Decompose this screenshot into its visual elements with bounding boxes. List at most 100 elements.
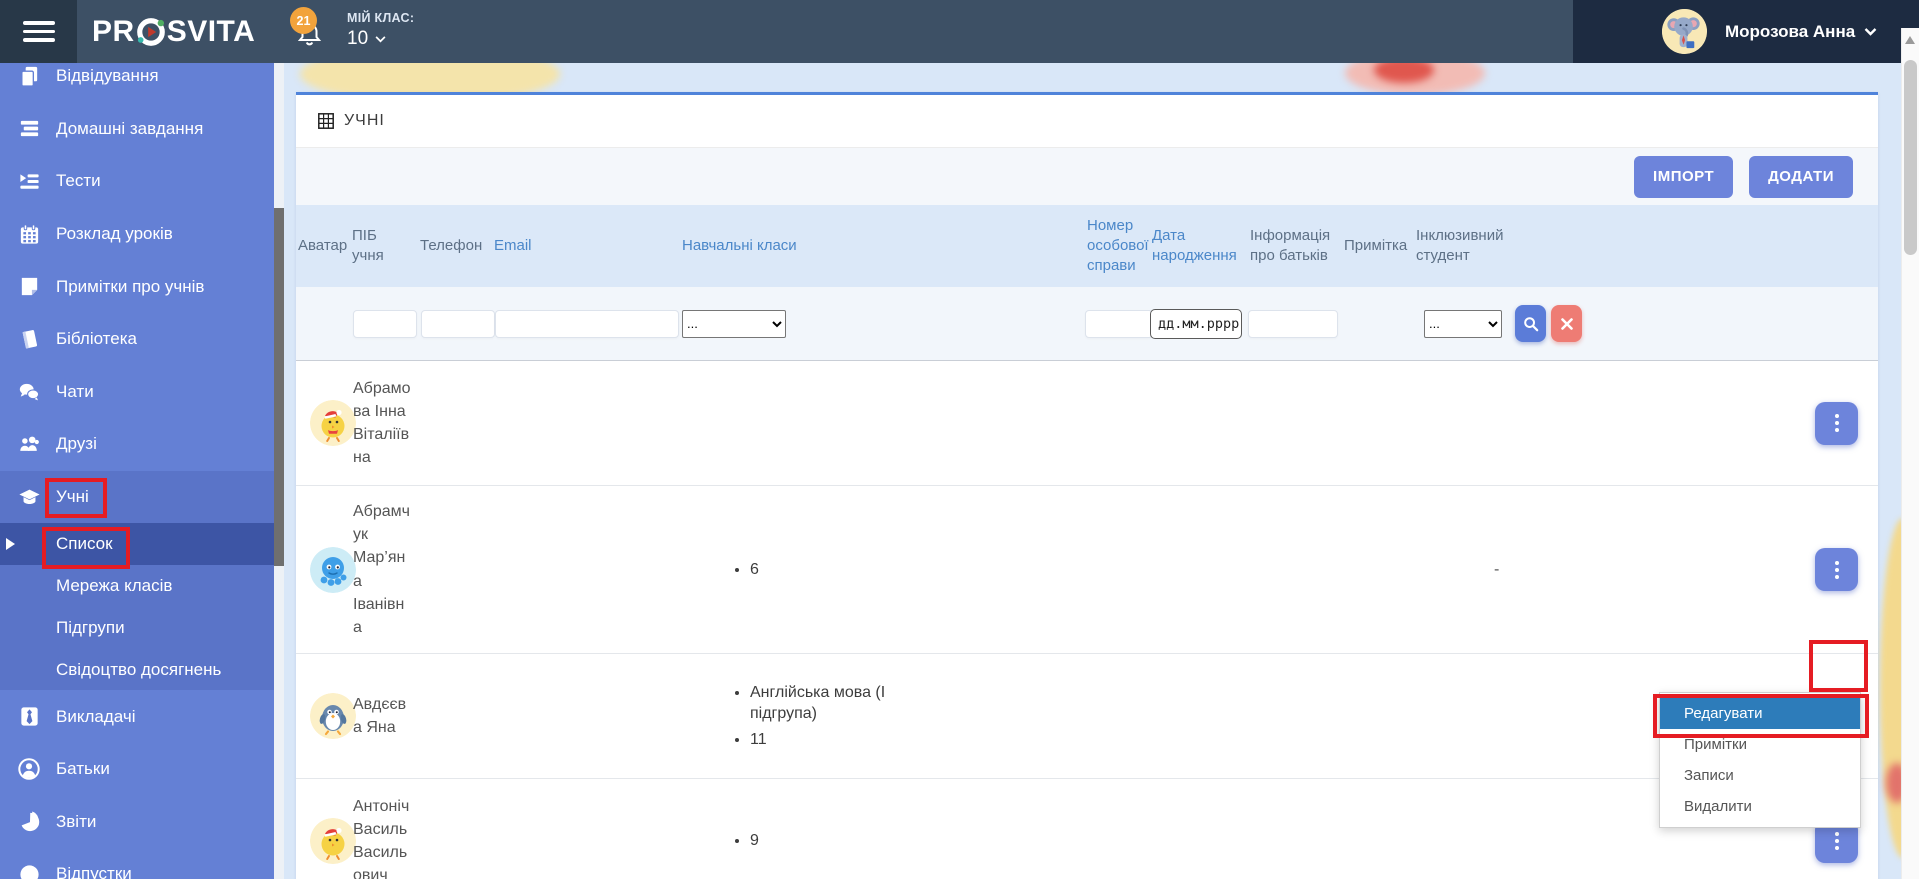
page-scrollbar-thumb[interactable] <box>1904 60 1917 255</box>
submenu-item-achievement-certificate[interactable]: Свідоцтво досягнень <box>0 649 274 691</box>
sidebar-item-vacations[interactable]: Відпустки <box>0 848 274 879</box>
user-menu[interactable]: Морозова Анна <box>1573 0 1919 63</box>
user-avatar <box>1662 9 1707 54</box>
context-menu-notes[interactable]: Примітки <box>1660 729 1860 760</box>
class-item: Англійська мова (І підгрупа) <box>750 682 945 725</box>
cell-phone <box>418 779 492 879</box>
circle-icon <box>16 863 42 879</box>
sidebar-item-schedule[interactable]: Розклад уроків <box>0 208 274 261</box>
row-context-menu: Редагувати Примітки Записи Видалити <box>1659 692 1861 828</box>
submenu-item-list[interactable]: Список <box>0 523 274 565</box>
sidebar-item-chats[interactable]: Чати <box>0 366 274 419</box>
filter-cell-case-number <box>1085 287 1150 360</box>
user-name: Морозова Анна <box>1725 22 1855 42</box>
sidebar-scrollbar[interactable] <box>274 63 284 879</box>
sidebar-item-tests[interactable]: Тести <box>0 155 274 208</box>
submenu-item-class-network[interactable]: Мережа класів <box>0 565 274 607</box>
sidebar-item-label: Друзі <box>56 434 97 454</box>
row-actions-button[interactable] <box>1815 548 1858 591</box>
sidebar-item-teachers[interactable]: Викладачі <box>0 690 274 743</box>
sidebar-item-parents[interactable]: Батьки <box>0 743 274 796</box>
cell-birth-date <box>1150 654 1248 778</box>
person-circle-icon <box>16 757 42 781</box>
column-header-name[interactable]: ПІБ учня <box>350 205 418 287</box>
column-header-phone[interactable]: Телефон <box>418 205 492 287</box>
indented-list-icon <box>16 170 42 193</box>
note-icon <box>16 275 42 298</box>
date-placeholder: дд.мм.рррр <box>1158 316 1239 332</box>
name-filter-input[interactable] <box>353 310 417 338</box>
column-header-avatar: Аватар <box>296 205 350 287</box>
magnifier-icon <box>1523 316 1539 332</box>
column-header-case-number[interactable]: Номер особової справи <box>1085 205 1150 287</box>
tie-icon <box>16 705 42 728</box>
context-menu-delete[interactable]: Видалити <box>1660 791 1860 822</box>
cell-case-number <box>1085 486 1150 653</box>
graduation-cap-icon <box>16 486 42 508</box>
brand-text-post: SVITA <box>167 15 256 49</box>
pages-icon <box>16 65 42 88</box>
phone-filter-input[interactable] <box>421 310 495 338</box>
cell-parents-info <box>1248 654 1342 778</box>
sidebar-item-students[interactable]: Учні <box>0 471 274 524</box>
column-header-birth-date[interactable]: Дата народження <box>1150 205 1248 287</box>
notifications-button[interactable]: 21 <box>296 20 340 60</box>
sidebar-item-label: Домашні завдання <box>56 119 203 139</box>
clear-filters-button[interactable] <box>1551 305 1582 342</box>
parents-info-filter-input[interactable] <box>1248 310 1338 338</box>
cell-note <box>1342 654 1414 778</box>
cell-avatar <box>296 654 350 778</box>
case-number-filter-input[interactable] <box>1085 310 1153 338</box>
class-item: 9 <box>750 830 945 852</box>
cell-email <box>492 486 680 653</box>
cell-inclusive <box>1414 779 1530 879</box>
column-header-classes[interactable]: Навчальні класи <box>680 205 1085 287</box>
table-row: Абрамова Інна Віталіївна <box>296 361 1878 486</box>
search-button[interactable] <box>1515 305 1546 342</box>
student-name: Авдєєва Яна <box>350 654 418 778</box>
sidebar-item-label: Звіти <box>56 812 96 832</box>
brand-logo[interactable]: PR SVITA <box>92 0 255 63</box>
cell-case-number <box>1085 654 1150 778</box>
submenu-item-subgroups[interactable]: Підгрупи <box>0 607 274 649</box>
filter-cell-note <box>1342 287 1414 360</box>
column-header-email[interactable]: Email <box>492 205 680 287</box>
sidebar-item-label: Чати <box>56 382 94 402</box>
cell-case-number <box>1085 361 1150 485</box>
cell-actions <box>1530 361 1878 485</box>
table-row: Авдєєва Яна Англійська мова (І підгрупа)… <box>296 654 1878 779</box>
sidebar-item-reports[interactable]: Звіти <box>0 796 274 849</box>
cell-phone <box>418 486 492 653</box>
submenu-item-label: Свідоцтво досягнень <box>56 660 221 680</box>
cell-parents-info <box>1248 361 1342 485</box>
sidebar-item-homework[interactable]: Домашні завдання <box>0 103 274 156</box>
sidebar-item-library[interactable]: Бібліотека <box>0 313 274 366</box>
page-scrollbar[interactable] <box>1901 28 1919 879</box>
table-row: Антоніч Василь Васильович 9 <box>296 779 1878 879</box>
sidebar-item-label: Тести <box>56 171 101 191</box>
scroll-up-arrow-icon[interactable] <box>1905 36 1915 44</box>
email-filter-input[interactable] <box>495 310 679 338</box>
context-menu-edit[interactable]: Редагувати <box>1660 698 1860 729</box>
filter-cell-parents-info <box>1248 287 1342 360</box>
inclusive-filter-select[interactable]: ... <box>1424 310 1502 338</box>
close-icon <box>1561 318 1573 330</box>
sidebar-item-student-notes[interactable]: Примітки про учнів <box>0 260 274 313</box>
cell-case-number <box>1085 779 1150 879</box>
sidebar-item-attendance[interactable]: Відвідування <box>0 63 274 103</box>
submenu-item-label: Підгрупи <box>56 618 125 638</box>
my-class-selector[interactable]: МІЙ КЛАС: 10 <box>347 11 414 50</box>
table-toolbar: ІМПОРТ ДОДАТИ <box>296 148 1878 205</box>
sidebar-item-friends[interactable]: Друзі <box>0 418 274 471</box>
students-submenu: Список Мережа класів Підгрупи Свідоцтво … <box>0 523 274 690</box>
sidebar-scrollbar-thumb[interactable] <box>274 208 284 566</box>
classes-filter-select[interactable]: ... <box>682 310 786 338</box>
row-actions-button[interactable] <box>1815 402 1858 445</box>
birth-date-filter-input[interactable]: дд.мм.рррр <box>1150 309 1242 339</box>
table-grid-icon <box>318 113 334 129</box>
context-menu-records[interactable]: Записи <box>1660 760 1860 791</box>
column-header-parents-info: Інформація про батьків <box>1248 205 1342 287</box>
hamburger-menu-button[interactable] <box>0 0 77 63</box>
add-button[interactable]: ДОДАТИ <box>1749 156 1853 198</box>
import-button[interactable]: ІМПОРТ <box>1634 156 1733 198</box>
